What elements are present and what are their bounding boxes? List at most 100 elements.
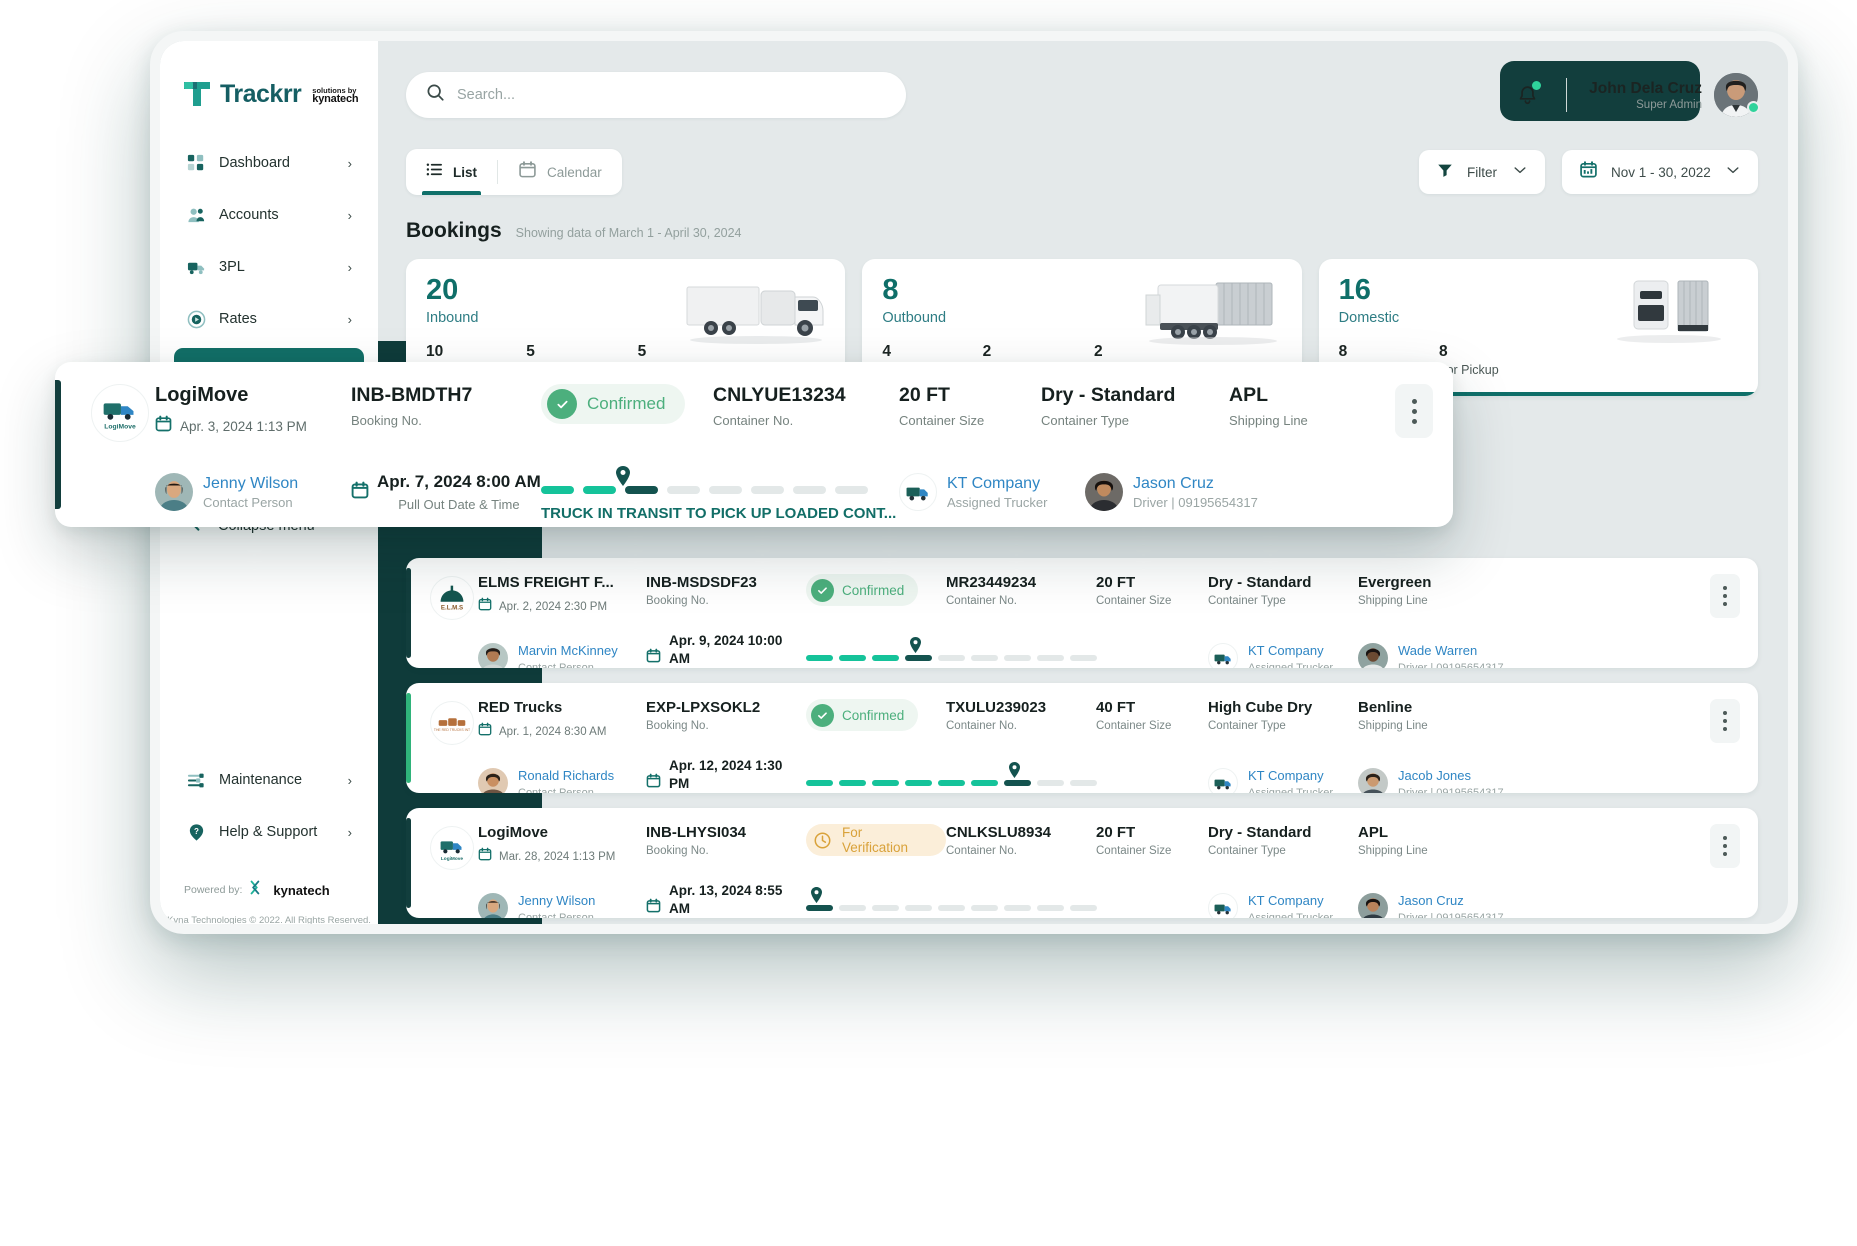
sidebar-item-maintenance[interactable]: Maintenance › — [174, 757, 364, 803]
powered-by-label: Powered by: — [184, 884, 242, 896]
notifications-button[interactable] — [1510, 78, 1544, 112]
sidebar-item-dashboard[interactable]: Dashboard › — [174, 140, 364, 186]
sidebar-item-3pl[interactable]: 3PL › — [174, 244, 364, 290]
row-actions-button[interactable] — [1710, 824, 1740, 868]
divider — [1566, 78, 1567, 112]
pull-out-value: Apr. 12, 2024 1:30 PM — [669, 758, 782, 791]
table-row[interactable]: LogiMove LogiMove Mar. 28, 2024 1:13 PM — [406, 808, 1758, 918]
avatar[interactable] — [1714, 73, 1758, 117]
row-actions-button[interactable] — [1710, 574, 1740, 618]
status-badge: Confirmed — [541, 384, 685, 424]
user-name: John Dela Cruz — [1589, 80, 1702, 98]
field-label: Container Size — [899, 413, 1041, 428]
sidebar-item-label: 3PL — [219, 259, 335, 275]
status-label: Confirmed — [842, 583, 904, 598]
user-menu[interactable]: John Dela Cruz Super Admin — [1589, 73, 1758, 117]
sidebar-item-rates[interactable]: Rates › — [174, 296, 364, 342]
field-label: Shipping Line — [1358, 720, 1478, 732]
field-label: Booking No. — [646, 595, 806, 607]
driver-name: Jacob Jones — [1398, 768, 1471, 783]
progress-segments — [806, 780, 1208, 786]
driver[interactable]: Wade Warren Driver | 09195654317 — [1358, 642, 1740, 669]
sidebar-item-label: Help & Support — [219, 824, 335, 840]
status-label: Confirmed — [842, 708, 904, 723]
contact-person[interactable]: Marvin McKinney Contact Person — [478, 642, 646, 669]
row-actions-button[interactable] — [1710, 699, 1740, 743]
sidebar-footer: Powered by: kynatech Kyna Technologies ©… — [160, 879, 378, 924]
container-size: 20 FT — [899, 384, 1041, 407]
progress-segments — [806, 655, 1208, 661]
toolbar-controls: Filter — [1419, 150, 1758, 194]
field-label: Container No. — [946, 595, 1096, 607]
driver[interactable]: Jason Cruz Driver | 09195654317 — [1085, 473, 1433, 511]
contact-person[interactable]: Ronald Richards Contact Person — [478, 767, 646, 794]
sliders-icon — [186, 770, 206, 790]
tab-calendar[interactable]: Calendar — [498, 149, 622, 195]
table-row[interactable]: E.L.M.S ELMS FREIGHT F... Apr. 2, 2024 2… — [406, 558, 1758, 668]
driver[interactable]: Jacob Jones Driver | 09195654317 — [1358, 767, 1740, 794]
container-type: Dry - Standard — [1208, 824, 1358, 841]
calendar-icon — [1579, 160, 1598, 184]
calendar-icon — [646, 773, 661, 793]
table-row[interactable]: THE RED TRUCKS INT RED Trucks Apr. 1, 20… — [406, 683, 1758, 793]
avatar-image — [478, 643, 508, 669]
view-tabs: List Ca — [406, 149, 622, 195]
stat-breakdown-number: 8 — [1339, 343, 1395, 361]
field-label: Booking No. — [646, 720, 806, 732]
kynatech-logo-icon — [249, 879, 266, 901]
field-label: Container No. — [946, 845, 1096, 857]
featured-booking-card[interactable]: LogiMove LogiMove Apr. 3, 2024 1:13 PM I… — [55, 362, 1453, 527]
assigned-trucker[interactable]: KT Company Assigned Trucker — [1208, 892, 1358, 919]
avatar-image — [1358, 643, 1388, 669]
calendar-icon — [646, 898, 661, 918]
stat-breakdown-number: 5 — [526, 343, 593, 361]
search-input[interactable] — [457, 87, 886, 103]
toolbar: List Ca — [378, 149, 1788, 195]
container-type: High Cube Dry — [1208, 699, 1358, 716]
help-icon: ? — [186, 822, 206, 842]
sidebar-item-accounts[interactable]: Accounts › — [174, 192, 364, 238]
assigned-trucker[interactable]: KT Company Assigned Trucker — [1208, 767, 1358, 794]
filter-dropdown[interactable]: Filter — [1419, 150, 1545, 194]
location-pin-icon — [1008, 762, 1021, 778]
contact-person[interactable]: Jenny Wilson Contact Person — [478, 892, 646, 919]
sidebar-item-label: Accounts — [219, 207, 335, 223]
container-size: 20 FT — [1096, 574, 1208, 591]
location-pin-icon — [810, 887, 823, 903]
driver-detail: Driver | 09195654317 — [1398, 662, 1504, 669]
row-accent-bar — [406, 818, 411, 908]
created-date: Apr. 3, 2024 1:13 PM — [180, 419, 307, 434]
sidebar-item-label: Rates — [219, 311, 335, 327]
created-date: Apr. 2, 2024 2:30 PM — [499, 601, 607, 613]
bookings-subtitle: Showing data of March 1 - April 30, 2024 — [516, 226, 742, 240]
assigned-trucker[interactable]: KT Company Assigned Trucker — [1208, 642, 1358, 669]
container-size: 20 FT — [1096, 824, 1208, 841]
date-range-dropdown[interactable]: Nov 1 - 30, 2022 — [1562, 150, 1758, 194]
search-box[interactable] — [406, 72, 906, 118]
progress-tracker: TRUCK IN TRANSIT TO PICK UP LOADED CONT.… — [541, 462, 899, 522]
assigned-trucker[interactable]: KT Company Assigned Trucker — [899, 473, 1085, 511]
calendar-icon — [351, 481, 369, 504]
inbound-truck-image — [681, 273, 831, 347]
status-label: Confirmed — [587, 394, 665, 414]
field-label: Contact Person — [518, 662, 618, 669]
trackrr-logo-icon — [182, 79, 212, 109]
avatar — [478, 768, 508, 794]
notification-badge-dot — [1532, 81, 1541, 90]
chevron-right-icon: › — [348, 825, 352, 840]
tab-list[interactable]: List — [406, 149, 497, 195]
field-label: Assigned Trucker — [1248, 912, 1333, 919]
contact-person[interactable]: Jenny Wilson Contact Person — [155, 473, 351, 511]
avatar — [1358, 768, 1388, 794]
clock-icon — [811, 829, 834, 852]
row-actions-button[interactable] — [1395, 384, 1433, 438]
field-label: Contact Person — [518, 787, 614, 794]
company-logo-icon: LogiMove — [430, 826, 474, 870]
stat-breakdown-number: 10 — [426, 343, 482, 361]
field-label: Shipping Line — [1229, 413, 1379, 428]
sidebar-item-help-support[interactable]: ? Help & Support › — [174, 809, 364, 855]
driver[interactable]: Jason Cruz Driver | 09195654317 — [1358, 892, 1740, 919]
trucker-name: KT Company — [1248, 893, 1324, 908]
stat-breakdown-number: 2 — [983, 343, 1050, 361]
container-number: TXULU239023 — [946, 699, 1096, 716]
